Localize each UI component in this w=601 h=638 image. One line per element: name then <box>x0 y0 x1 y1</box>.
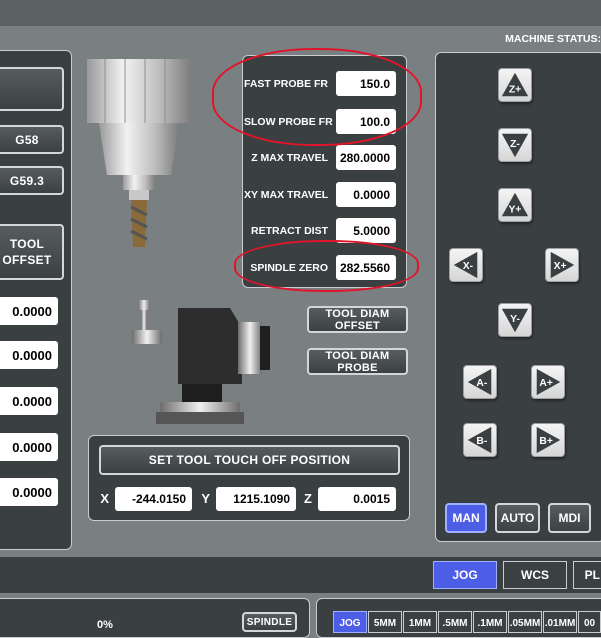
increment-button[interactable]: 5MM <box>368 611 402 633</box>
annotation-circle-spindle-zero <box>234 240 419 292</box>
left-value-4: 0.0000 <box>0 433 58 461</box>
z-label: Z <box>304 491 312 506</box>
increment-button[interactable]: .1MM <box>473 611 507 633</box>
jog-button-label: Y- <box>510 314 520 325</box>
jog-button-label: X+ <box>554 261 567 272</box>
g58-button[interactable]: G58 <box>0 125 64 154</box>
tab-jog[interactable]: JOG <box>433 561 497 589</box>
probe-setting-value[interactable]: 5.0000 <box>336 218 396 243</box>
tab-wcs[interactable]: WCS <box>503 561 567 589</box>
jog-button-label: X- <box>463 261 474 272</box>
jog-x-plus-button[interactable]: X+ <box>545 248 579 282</box>
tool-diam-probe-button[interactable]: TOOL DIAM PROBE <box>307 348 408 375</box>
auto-mode-button[interactable]: AUTO <box>495 503 540 533</box>
increment-button[interactable]: JOG <box>333 611 367 633</box>
spindle-percent: 0% <box>97 619 113 631</box>
jog-x-minus-button[interactable]: X- <box>449 248 483 282</box>
left-value-1: 0.0000 <box>0 297 58 325</box>
spindle-button[interactable]: SPINDLE <box>242 612 297 632</box>
jog-button-label: A+ <box>539 378 553 389</box>
tool-setter-image <box>130 298 290 426</box>
left-top-button[interactable] <box>0 67 64 111</box>
probe-setting-value[interactable]: 280.0000 <box>336 145 396 170</box>
set-touch-off-button[interactable]: SET TOOL TOUCH OFF POSITION <box>99 445 400 475</box>
jog-button-label: Z+ <box>509 85 521 96</box>
probe-setting-label: RETRACT DIST <box>251 225 328 237</box>
tool-offset-button[interactable]: TOOL OFFSET <box>0 224 64 280</box>
left-value-2: 0.0000 <box>0 341 58 369</box>
jog-y-plus-button[interactable]: Y+ <box>498 188 532 222</box>
jog-a-minus-button[interactable]: A- <box>463 365 497 399</box>
tool-diam-offset-button[interactable]: TOOL DIAM OFFSET <box>307 306 408 333</box>
increment-button[interactable]: .05MM <box>508 611 542 633</box>
jog-a-plus-button[interactable]: A+ <box>531 365 565 399</box>
left-value-3: 0.0000 <box>0 387 58 415</box>
x-label: X <box>100 491 109 506</box>
mdi-mode-button[interactable]: MDI <box>548 503 591 533</box>
probe-setting-label: Z MAX TRAVEL <box>251 152 328 164</box>
probe-setting-label: XY MAX TRAVEL <box>244 189 329 201</box>
jog-panel <box>435 52 601 542</box>
g59-3-button[interactable]: G59.3 <box>0 166 64 195</box>
jog-button-label: Y+ <box>509 205 522 216</box>
y-value: 1215.1090 <box>216 487 296 511</box>
jog-button-label: B+ <box>539 436 553 447</box>
jog-z-minus-button[interactable]: Z- <box>498 128 532 162</box>
jog-y-minus-button[interactable]: Y- <box>498 303 532 337</box>
z-value: 0.0015 <box>318 487 396 511</box>
jog-button-label: Z- <box>510 139 520 150</box>
increment-button[interactable]: 1MM <box>403 611 437 633</box>
jog-button-label: A- <box>476 378 487 389</box>
jog-z-plus-button[interactable]: Z+ <box>498 68 532 102</box>
jog-button-label: B- <box>476 436 487 447</box>
machine-status-label: MACHINE STATUS: <box>505 33 601 45</box>
jog-b-minus-button[interactable]: B- <box>463 423 497 457</box>
tab-pl[interactable]: PL <box>573 561 601 589</box>
x-value: -244.0150 <box>115 487 192 511</box>
jog-b-plus-button[interactable]: B+ <box>531 423 565 457</box>
increment-button[interactable]: 00 <box>578 611 601 633</box>
left-value-5: 0.0000 <box>0 478 58 506</box>
man-mode-button[interactable]: MAN <box>445 503 487 533</box>
spindle-tool-image <box>85 57 205 252</box>
increment-button[interactable]: .01MM <box>543 611 577 633</box>
probe-setting-value[interactable]: 0.0000 <box>336 182 396 207</box>
annotation-circle-probe <box>212 48 422 146</box>
increment-button[interactable]: .5MM <box>438 611 472 633</box>
y-label: Y <box>201 491 210 506</box>
top-bar <box>0 0 601 26</box>
